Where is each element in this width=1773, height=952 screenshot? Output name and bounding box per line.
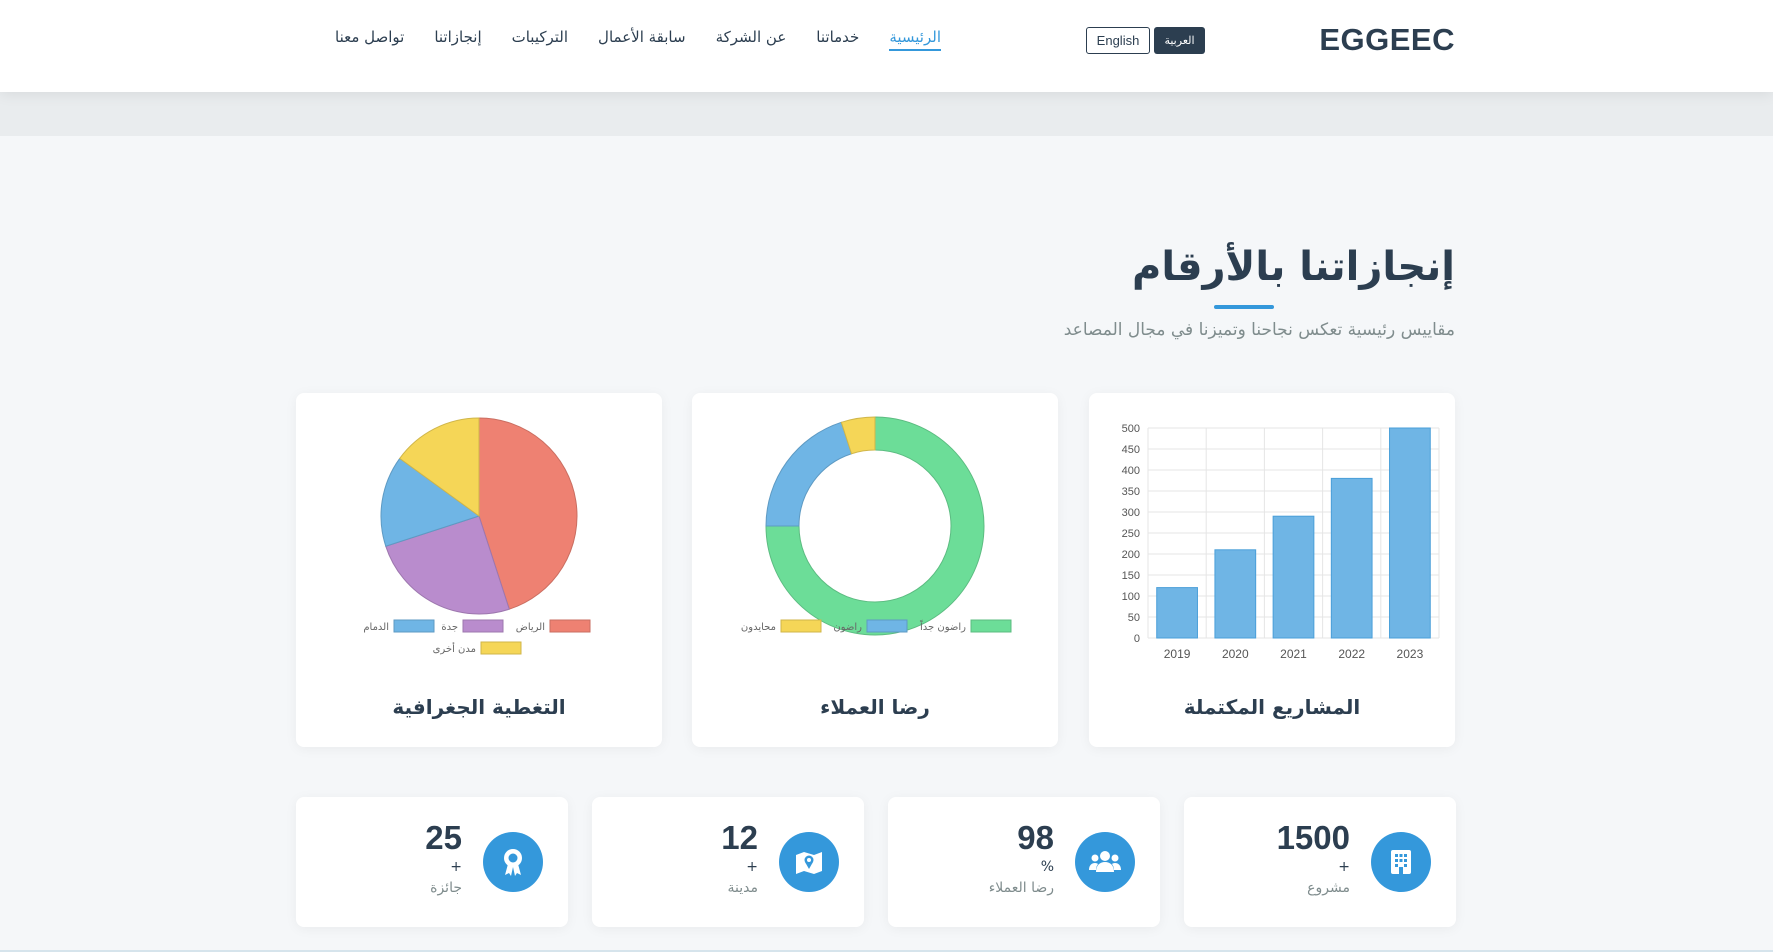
site-header: EGGEEC العربية English الرئيسية خدماتنا … [0, 0, 1773, 92]
legend-swatch [549, 619, 591, 633]
award-icon [483, 832, 543, 892]
y-tick-label: 200 [1122, 549, 1140, 561]
x-tick-label: 2022 [1338, 647, 1365, 661]
legend-swatch [462, 619, 504, 633]
legend-swatch [866, 619, 908, 633]
stat-suffix: + [746, 858, 758, 875]
nav-item-achievements[interactable]: إنجازاتنا [434, 28, 481, 51]
projects-chart-title: المشاريع المكتملة [1183, 695, 1361, 719]
legend-swatch [970, 619, 1012, 633]
stat-card-satisfaction: 98 % رضا العملاء [888, 797, 1160, 927]
main-nav: الرئيسية خدماتنا عن الشركة سابقة الأعمال… [335, 28, 941, 51]
legend-label: مدن أخرى [433, 642, 476, 655]
x-tick-label: 2023 [1397, 647, 1424, 661]
stat-label: مشروع [1307, 880, 1350, 897]
projects-bar-chart: 0 50 100 150 200 250 300 350 400 450 500 2019 2020 20… [1122, 423, 1440, 661]
legend-label: الرياض [516, 622, 545, 633]
header-band [0, 92, 1773, 136]
stat-suffix: + [450, 858, 462, 875]
y-tick-label: 100 [1122, 591, 1140, 603]
section-title: إنجازاتنا بالأرقام [1132, 244, 1455, 290]
y-tick-label: 250 [1122, 528, 1140, 540]
nav-item-portfolio[interactable]: سابقة الأعمال [598, 28, 686, 51]
stat-card-awards: 25 + جائزة [296, 797, 568, 927]
y-tick-label: 300 [1122, 507, 1140, 519]
y-tick-label: 500 [1122, 423, 1140, 435]
coverage-chart-card: الرياض جدة الدمام مدن أخرى التغطية الجغرافي… [296, 393, 662, 747]
stat-suffix: % [1040, 858, 1054, 875]
nav-item-installations[interactable]: التركيبات [512, 28, 568, 51]
bar-2023 [1389, 427, 1431, 639]
map-icon [779, 832, 839, 892]
nav-item-contact[interactable]: تواصل معنا [335, 28, 404, 51]
x-tick-label: 2019 [1164, 647, 1191, 661]
lang-arabic-button[interactable]: العربية [1154, 27, 1205, 54]
stat-label: جائزة [430, 880, 462, 897]
building-icon [1371, 832, 1431, 892]
legend-swatch [780, 619, 822, 633]
logo[interactable]: EGGEEC [1319, 22, 1455, 58]
y-tick-label: 150 [1122, 570, 1140, 582]
stat-value: 98 [1017, 819, 1054, 856]
coverage-chart-title: التغطية الجغرافية [392, 695, 566, 719]
y-tick-label: 450 [1122, 444, 1140, 456]
stat-value: 12 [721, 819, 758, 856]
y-tick-label: 50 [1128, 612, 1140, 624]
nav-item-home[interactable]: الرئيسية [889, 28, 941, 51]
y-tick-label: 400 [1122, 465, 1140, 477]
x-tick-label: 2021 [1280, 647, 1307, 661]
section-subtitle: مقاييس رئيسية تعكس نجاحنا وتميزنا في مجا… [1063, 320, 1455, 340]
stat-card-projects: 1500 + مشروع [1184, 797, 1456, 927]
bar-2021 [1272, 515, 1315, 639]
legend-swatch [393, 619, 435, 633]
bar-2022 [1330, 477, 1373, 639]
satisfaction-chart-title: رضا العملاء [820, 695, 930, 719]
nav-item-about[interactable]: عن الشركة [716, 28, 787, 51]
legend-label: محايدون [741, 622, 776, 633]
satisfaction-chart-card: راضون جداً راضون محايدون رضا العملاء [692, 393, 1058, 747]
title-underline [1214, 305, 1274, 309]
coverage-pie-chart: الرياض جدة الدمام مدن أخرى [363, 417, 591, 655]
lang-english-button[interactable]: English [1086, 27, 1150, 54]
legend-label: الدمام [363, 622, 389, 633]
legend-label: راضون [833, 622, 862, 633]
stat-label: مدينة [727, 880, 758, 897]
stat-suffix: + [1338, 858, 1350, 875]
users-icon [1075, 832, 1135, 892]
x-tick-label: 2020 [1222, 647, 1249, 661]
stat-label: رضا العملاء [988, 880, 1054, 897]
y-tick-label: 350 [1122, 486, 1140, 498]
stat-value: 1500 [1276, 819, 1350, 856]
nav-item-services[interactable]: خدماتنا [816, 28, 859, 51]
satisfaction-doughnut-chart: راضون جداًراضونمحايدون [741, 416, 1012, 636]
bar-2020 [1214, 549, 1257, 639]
stat-card-cities: 12 + مدينة [592, 797, 864, 927]
bar-2019 [1156, 587, 1198, 639]
legend-label: جدة [441, 622, 458, 633]
stat-value: 25 [425, 819, 462, 856]
legend-swatch [480, 641, 522, 655]
slice-راضون [765, 421, 853, 527]
projects-chart-card: 0 50 100 150 200 250 300 350 400 450 500 2019 2020 20… [1089, 393, 1455, 747]
y-tick-label: 0 [1134, 633, 1140, 645]
